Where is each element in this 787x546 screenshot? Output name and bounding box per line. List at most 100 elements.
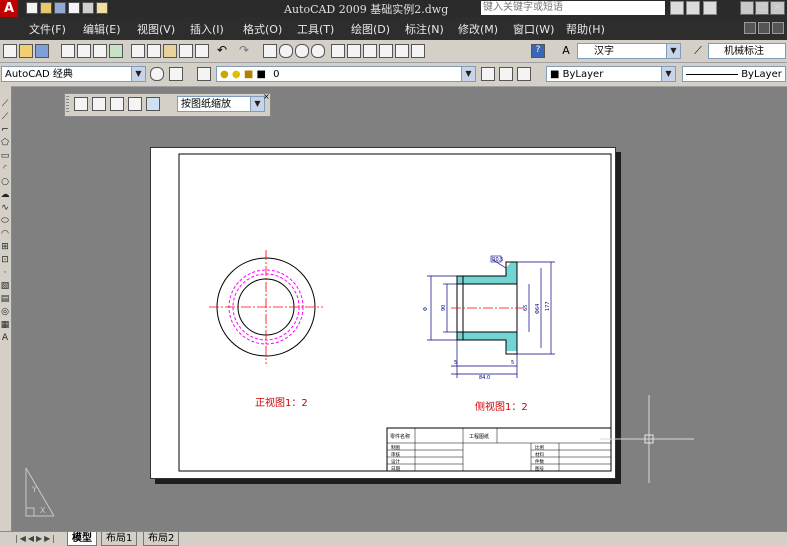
single-viewport-icon[interactable] bbox=[91, 96, 107, 112]
print-icon[interactable] bbox=[68, 2, 80, 14]
plot-icon[interactable] bbox=[96, 2, 108, 14]
layer-previous-icon[interactable] bbox=[498, 66, 514, 82]
save-icon[interactable] bbox=[54, 2, 66, 14]
save-file-icon[interactable] bbox=[34, 43, 50, 59]
spline-icon[interactable]: ∿ bbox=[0, 202, 10, 215]
layer-select[interactable]: ● ● ■ ■ 0 ▼ bbox=[216, 66, 476, 82]
maximize-button[interactable]: □ bbox=[755, 1, 769, 15]
open-file-icon[interactable] bbox=[40, 2, 52, 14]
publish-icon[interactable] bbox=[92, 43, 108, 59]
paste-icon[interactable] bbox=[162, 43, 178, 59]
cut-icon[interactable] bbox=[130, 43, 146, 59]
menu-view[interactable]: 视图(V) bbox=[137, 21, 175, 37]
tool-palettes-icon[interactable] bbox=[362, 43, 378, 59]
mtext-icon[interactable]: A bbox=[0, 332, 10, 345]
construction-line-icon[interactable]: ⟋ bbox=[0, 111, 10, 124]
dim-style-select[interactable]: 机械标注 bbox=[708, 43, 786, 59]
ellipse-icon[interactable]: ⬭ bbox=[0, 215, 10, 228]
menu-window[interactable]: 窗口(W) bbox=[513, 21, 554, 37]
doc-close-button[interactable] bbox=[772, 22, 784, 34]
menu-format[interactable]: 格式(O) bbox=[243, 21, 282, 37]
make-layer-current-icon[interactable] bbox=[480, 66, 496, 82]
doc-minimize-button[interactable] bbox=[744, 22, 756, 34]
workspace-select[interactable]: AutoCAD 经典 ▼ bbox=[1, 66, 146, 82]
make-block-icon[interactable]: ⊡ bbox=[0, 254, 10, 267]
line-tool-icon[interactable]: ⟋ bbox=[0, 98, 10, 111]
tab-layout2[interactable]: 布局2 bbox=[143, 532, 180, 546]
tab-layout1[interactable]: 布局1 bbox=[101, 532, 138, 546]
open-icon[interactable] bbox=[18, 43, 34, 59]
toolbar-grip[interactable] bbox=[66, 96, 69, 113]
copy-icon[interactable] bbox=[146, 43, 162, 59]
polyline-icon[interactable]: ⌐ bbox=[0, 124, 10, 137]
hatch-icon[interactable]: ▧ bbox=[0, 280, 10, 293]
match-properties-icon[interactable] bbox=[178, 43, 194, 59]
pan-icon[interactable] bbox=[262, 43, 278, 59]
workspace-settings-icon[interactable] bbox=[149, 66, 165, 82]
close-button[interactable]: ✕ bbox=[770, 1, 785, 15]
minimize-button[interactable]: _ bbox=[740, 1, 754, 15]
plot-preview-icon[interactable] bbox=[76, 43, 92, 59]
redo-arrow-icon[interactable]: ↷ bbox=[236, 43, 252, 59]
quickcalc-icon[interactable] bbox=[410, 43, 426, 59]
polygonal-viewport-icon[interactable] bbox=[109, 96, 125, 112]
menu-file[interactable]: 文件(F) bbox=[29, 21, 66, 37]
workspace-save-icon[interactable] bbox=[168, 66, 184, 82]
publish-web-icon[interactable] bbox=[108, 43, 124, 59]
dim-style-icon[interactable]: ⟋ bbox=[690, 43, 706, 59]
insert-block-icon[interactable]: ⊞ bbox=[0, 241, 10, 254]
undo-icon[interactable] bbox=[82, 2, 94, 14]
menu-tools[interactable]: 工具(T) bbox=[297, 21, 334, 37]
new-file-icon[interactable] bbox=[26, 2, 38, 14]
search-input[interactable]: 键入关键字或短语 bbox=[481, 1, 665, 15]
arc-icon[interactable]: ◜ bbox=[0, 163, 10, 176]
menu-help[interactable]: 帮助(H) bbox=[566, 21, 605, 37]
ellipse-arc-icon[interactable]: ◠ bbox=[0, 228, 10, 241]
menu-insert[interactable]: 插入(I) bbox=[190, 21, 224, 37]
viewport-scale-select[interactable]: 按图纸缩放 ▼ bbox=[177, 96, 265, 112]
app-logo-icon[interactable]: A bbox=[0, 0, 18, 17]
menu-modify[interactable]: 修改(M) bbox=[458, 21, 498, 37]
paper-sheet[interactable]: 正视图1：2 R0.5 Φ 90 65 Φ64 177 5 5 84.0 侧视图… bbox=[150, 147, 616, 479]
zoom-previous-icon[interactable] bbox=[310, 43, 326, 59]
block-editor-icon[interactable] bbox=[194, 43, 210, 59]
menu-edit[interactable]: 编辑(E) bbox=[83, 21, 121, 37]
qnew-icon[interactable] bbox=[2, 43, 18, 59]
help-toolbar-icon[interactable]: ? bbox=[530, 43, 546, 59]
text-style-select[interactable]: 汉字 ▼ bbox=[577, 43, 681, 59]
design-center-icon[interactable] bbox=[346, 43, 362, 59]
zoom-realtime-icon[interactable] bbox=[278, 43, 294, 59]
convert-object-viewport-icon[interactable] bbox=[127, 96, 143, 112]
markup-icon[interactable] bbox=[394, 43, 410, 59]
sheet-set-icon[interactable] bbox=[378, 43, 394, 59]
polygon-icon[interactable]: ⬠ bbox=[0, 137, 10, 150]
layer-state-icon[interactable] bbox=[516, 66, 532, 82]
tab-nav-arrows-icon[interactable]: |◀◀▶▶| bbox=[15, 534, 57, 544]
viewports-dialog-icon[interactable] bbox=[73, 96, 89, 112]
point-icon[interactable]: · bbox=[0, 267, 10, 280]
zoom-window-icon[interactable] bbox=[294, 43, 310, 59]
undo-arrow-icon[interactable]: ↶ bbox=[214, 43, 230, 59]
layer-manager-icon[interactable] bbox=[196, 66, 212, 82]
properties-icon[interactable] bbox=[330, 43, 346, 59]
doc-restore-button[interactable] bbox=[758, 22, 770, 34]
region-icon[interactable]: ◎ bbox=[0, 306, 10, 319]
menu-dimension[interactable]: 标注(N) bbox=[405, 21, 444, 37]
circle-icon[interactable]: ○ bbox=[0, 176, 10, 189]
menu-draw[interactable]: 绘图(D) bbox=[351, 21, 390, 37]
close-icon[interactable]: × bbox=[263, 93, 271, 102]
tab-model[interactable]: 模型 bbox=[67, 532, 97, 546]
revision-cloud-icon[interactable]: ☁ bbox=[0, 189, 10, 202]
table-icon[interactable]: ▦ bbox=[0, 319, 10, 332]
clip-viewport-icon[interactable] bbox=[145, 96, 161, 112]
linetype-select[interactable]: ByLayer bbox=[682, 66, 786, 82]
search-icon[interactable]: ⌕ bbox=[670, 1, 684, 15]
plot-print-icon[interactable] bbox=[60, 43, 76, 59]
drawing-canvas[interactable]: 正视图1：2 R0.5 Φ 90 65 Φ64 177 5 5 84.0 侧视图… bbox=[151, 148, 615, 478]
help-icon[interactable]: ? bbox=[686, 1, 700, 15]
text-style-icon[interactable]: A bbox=[558, 43, 574, 59]
color-select[interactable]: ■ ByLayer ▼ bbox=[546, 66, 676, 82]
gradient-icon[interactable]: ▤ bbox=[0, 293, 10, 306]
star-icon[interactable]: ☆ bbox=[703, 1, 717, 15]
rectangle-icon[interactable]: ▭ bbox=[0, 150, 10, 163]
